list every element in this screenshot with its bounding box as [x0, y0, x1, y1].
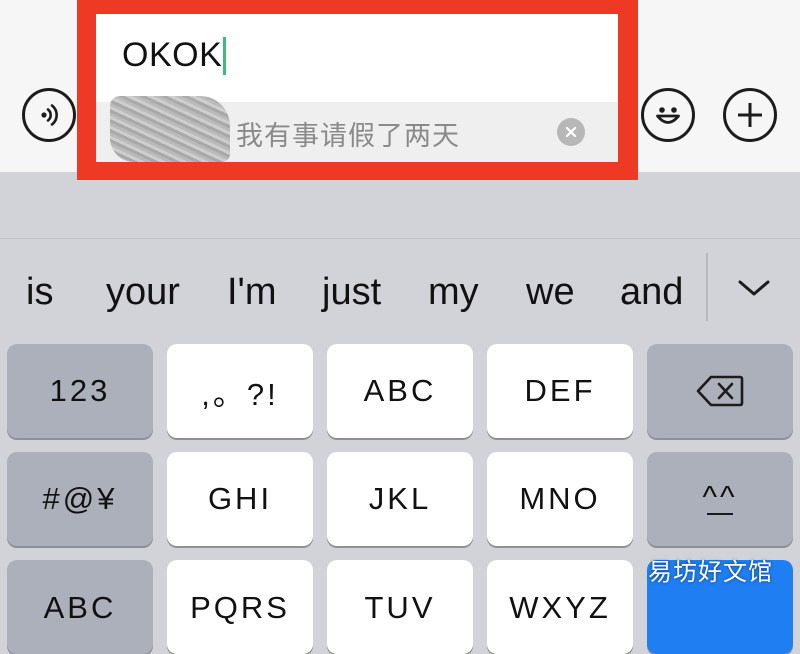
- suggestion-word[interactable]: just: [322, 271, 381, 314]
- key-tuv[interactable]: TUV: [327, 560, 473, 654]
- key-ghi[interactable]: GHI: [167, 452, 313, 546]
- suggestion-word[interactable]: is: [26, 271, 53, 314]
- key-jkl[interactable]: JKL: [327, 452, 473, 546]
- suggestion-word[interactable]: your: [106, 271, 180, 314]
- key-numbers[interactable]: 123: [7, 344, 153, 438]
- quoted-message-preview: 我有事请假了两天: [96, 96, 618, 162]
- clear-icon: [565, 126, 577, 138]
- key-abc-switch[interactable]: ABC: [7, 560, 153, 654]
- voice-icon: [41, 104, 58, 126]
- key-mno[interactable]: MNO: [487, 452, 633, 546]
- key-pqrs[interactable]: PQRS: [167, 560, 313, 654]
- emoticon-underline: [707, 513, 733, 515]
- text-caret: [223, 36, 227, 75]
- suggestion-divider: [706, 253, 708, 321]
- key-def[interactable]: DEF: [487, 344, 633, 438]
- key-symbols[interactable]: #@¥: [7, 452, 153, 546]
- key-emoticon-label: ^^: [702, 479, 738, 514]
- suggestion-word[interactable]: we: [526, 271, 575, 314]
- key-punctuation[interactable]: ,。?!: [167, 344, 313, 438]
- blurred-avatar: [110, 96, 230, 162]
- emoji-icon: [656, 107, 680, 124]
- suggestion-bar: is your I'm just my we and: [0, 239, 800, 339]
- emoji-button[interactable]: [641, 88, 695, 142]
- key-abc[interactable]: ABC: [327, 344, 473, 438]
- key-wxyz[interactable]: WXYZ: [487, 560, 633, 654]
- suggestion-word[interactable]: and: [620, 271, 683, 314]
- message-input[interactable]: OKOK 我有事请假了两天: [96, 14, 618, 162]
- typed-text-value: OKOK: [122, 36, 223, 74]
- more-button[interactable]: [723, 88, 777, 142]
- quoted-message-text: 我有事请假了两天: [236, 121, 460, 152]
- backspace-icon: [696, 375, 744, 407]
- watermark-text: 易坊好文馆: [648, 558, 773, 586]
- message-input-text: OKOK: [122, 36, 227, 75]
- delete-key[interactable]: [647, 344, 793, 438]
- keyboard-toolbar-strip: [0, 180, 800, 239]
- expand-suggestions-button[interactable]: [724, 263, 784, 313]
- clear-quote-button[interactable]: [557, 118, 585, 146]
- chevron-down-icon: [738, 280, 770, 296]
- suggestion-word[interactable]: I'm: [227, 271, 276, 314]
- key-emoticon[interactable]: ^^: [647, 452, 793, 546]
- voice-button[interactable]: [22, 88, 76, 142]
- plus-icon: [738, 103, 762, 127]
- suggestion-word[interactable]: my: [428, 271, 479, 314]
